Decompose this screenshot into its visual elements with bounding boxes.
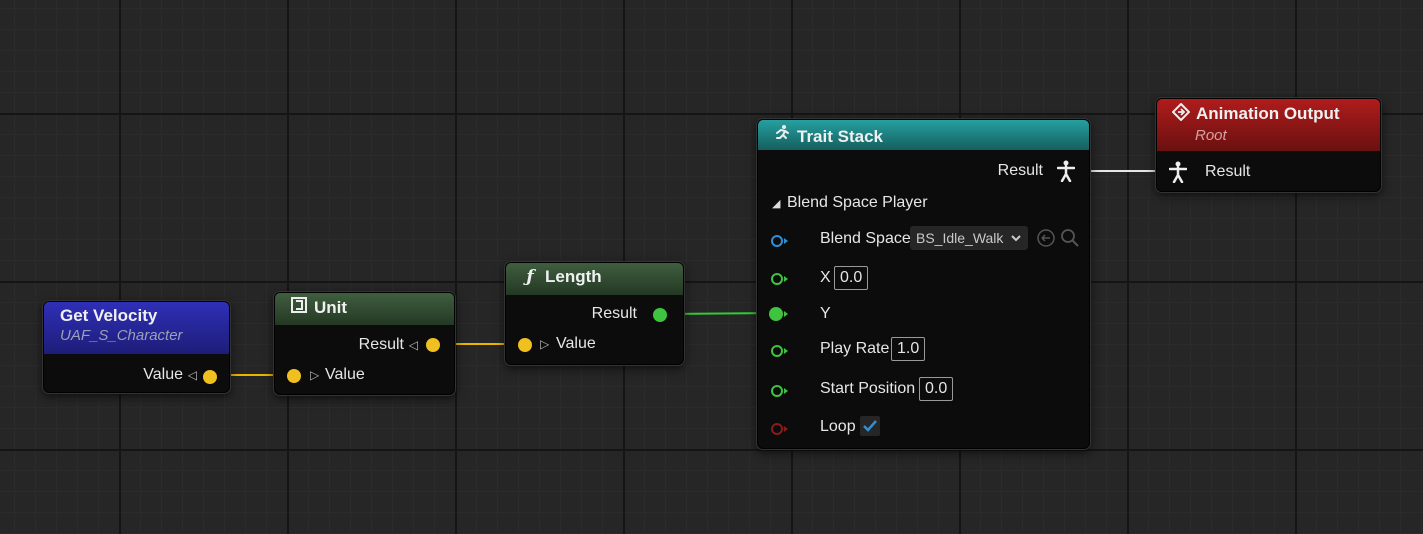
play-rate-label: Play Rate: [820, 340, 890, 357]
animation-output-header: Animation Output Root: [1157, 99, 1380, 151]
function-icon: ƒ: [526, 267, 534, 287]
object-pin[interactable]: [770, 234, 790, 252]
diamond-arrow-icon: [1171, 102, 1191, 126]
blend-space-label: Blend Space: [820, 230, 911, 247]
pose-pin-icon[interactable]: [1056, 160, 1076, 187]
node-title: Length: [545, 267, 602, 286]
start-position-label: Start Position: [820, 380, 916, 397]
input-label: Value: [556, 335, 596, 352]
x-pin[interactable]: [770, 272, 790, 290]
trait-stack-node[interactable]: Trait Stack Result ◢ Blend Space Player …: [757, 119, 1090, 449]
loop-label: Loop: [820, 418, 856, 435]
node-title: Unit: [314, 298, 348, 317]
collapse-triangle-icon[interactable]: ◢: [772, 197, 780, 210]
output-pin-float[interactable]: [203, 370, 217, 384]
chevron-down-icon: [1010, 226, 1022, 257]
input-pin-float[interactable]: [287, 369, 301, 383]
output-pin-green[interactable]: [653, 308, 667, 322]
browse-search-icon[interactable]: [1060, 228, 1080, 253]
use-selected-icon[interactable]: [1036, 228, 1056, 253]
input-label: Result: [1205, 163, 1251, 180]
loop-checkbox[interactable]: [860, 416, 880, 436]
get-velocity-node[interactable]: Get Velocity UAF_S_Character Value ◁: [43, 301, 230, 393]
node-subtitle: UAF_S_Character: [60, 327, 183, 344]
input-label: Value: [325, 366, 365, 383]
output-label: Result: [997, 162, 1043, 179]
node-subtitle: Root: [1195, 127, 1227, 144]
y-pin[interactable]: [768, 306, 790, 327]
arrow-right-icon: ▷: [540, 337, 550, 351]
unit-node[interactable]: Unit Result ◁ ▷ Value: [274, 292, 455, 395]
section-label: Blend Space Player: [787, 194, 928, 211]
x-input[interactable]: 0.0: [834, 266, 869, 290]
start-position-pin[interactable]: [770, 384, 790, 402]
get-velocity-header: Get Velocity UAF_S_Character: [44, 302, 229, 354]
y-label: Y: [820, 305, 831, 322]
node-title: Get Velocity: [60, 306, 158, 325]
blend-space-value: BS_Idle_Walk: [916, 230, 1004, 246]
arrow-right-icon: ▷: [310, 368, 320, 382]
unit-header: Unit: [275, 293, 454, 325]
input-pin-float[interactable]: [518, 338, 532, 352]
animation-output-node[interactable]: Animation Output Root Result: [1156, 98, 1381, 192]
x-label: X: [820, 269, 831, 286]
arrow-left-icon: ◁: [408, 338, 418, 352]
running-figure-icon: [772, 124, 792, 147]
checkmark-icon: [863, 420, 877, 432]
trait-stack-header: Trait Stack: [758, 120, 1089, 150]
arrow-left-icon: ◁: [187, 368, 197, 382]
output-pin-float[interactable]: [426, 338, 440, 352]
wires: [214, 170, 1169, 376]
length-node[interactable]: ƒ Length Result ▷ Value: [505, 262, 684, 365]
output-label: Result: [358, 336, 404, 353]
unit-icon: [289, 297, 309, 318]
pose-pin-icon[interactable]: [1168, 161, 1188, 188]
loop-pin[interactable]: [770, 422, 790, 440]
play-rate-input[interactable]: 1.0: [891, 337, 926, 361]
output-label: Result: [591, 305, 637, 322]
output-label: Value: [143, 366, 183, 383]
blend-space-dropdown[interactable]: BS_Idle_Walk: [910, 226, 1028, 250]
node-title: Trait Stack: [797, 127, 883, 146]
start-position-input[interactable]: 0.0: [919, 377, 954, 401]
length-header: ƒ Length: [506, 263, 683, 295]
node-title: Animation Output: [1196, 104, 1340, 123]
play-rate-pin[interactable]: [770, 344, 790, 362]
